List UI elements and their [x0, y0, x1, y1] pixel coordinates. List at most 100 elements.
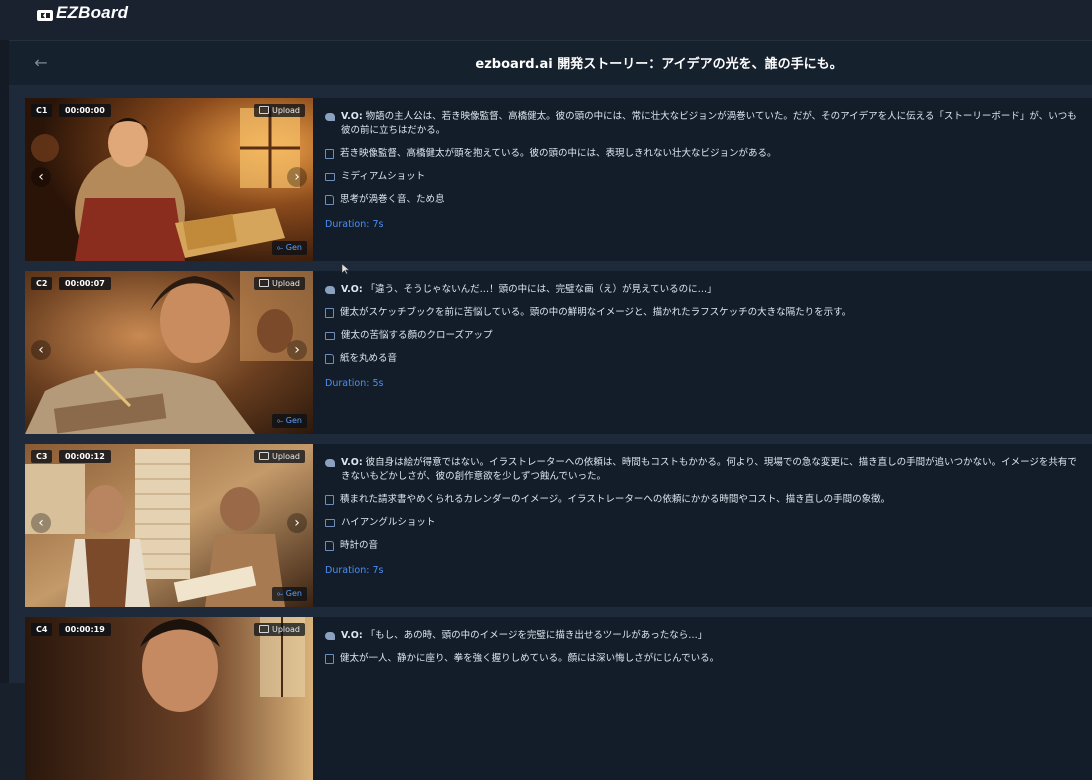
logo-icon — [37, 7, 53, 21]
shot-text: ハイアングルショット — [341, 517, 436, 528]
description-text: 健太がスケッチブックを前に苦悩している。頭の中の鮮明なイメージと、描かれたラフス… — [340, 307, 852, 318]
scene-image — [25, 271, 313, 434]
shot-line: ミディアムショット — [325, 170, 1085, 184]
mouse-cursor-icon — [342, 264, 350, 274]
sound-text: 思考が渦巻く音、ため息 — [340, 194, 445, 205]
timecode-badge: 00:00:12 — [59, 450, 111, 463]
gen-label: Gen — [285, 416, 302, 425]
prev-image-button[interactable]: ‹ — [31, 167, 51, 187]
upload-label: Upload — [271, 279, 300, 288]
duration-text: Duration: 7s — [325, 219, 384, 230]
scene-thumbnail[interactable]: C4 00:00:19 Upload — [25, 617, 313, 780]
camera-icon — [325, 332, 335, 340]
scene-thumbnail[interactable]: C2 00:00:07 Upload ‹ › ⟜ Gen — [25, 271, 313, 434]
music-note-icon — [325, 195, 334, 205]
vo-line: V.O: 物語の主人公は、若き映像監督、高橋健太。彼の頭の中には、常に壮大なビジョ… — [325, 110, 1085, 138]
upload-button[interactable]: Upload — [253, 623, 305, 636]
gen-button[interactable]: ⟜ Gen — [271, 414, 307, 428]
vo-label: V.O: — [341, 457, 363, 468]
vo-text: 「もし、あの時、頭の中のイメージを完璧に描き出せるツールがあったなら…」 — [365, 630, 708, 641]
upload-label: Upload — [271, 452, 300, 461]
scene-details: V.O: 「もし、あの時、頭の中のイメージを完璧に描き出せるツールがあったなら…」… — [325, 629, 1085, 666]
speech-bubble-icon — [325, 632, 335, 640]
page-header: ← ezboard.ai 開発ストーリー：アイデアの光を、誰の手にも。 — [9, 40, 1092, 85]
prev-image-button[interactable]: ‹ — [31, 513, 51, 533]
duration-text: Duration: 5s — [325, 378, 384, 389]
gen-label: Gen — [285, 589, 302, 598]
sound-text: 紙を丸める音 — [340, 353, 398, 364]
scene-card-c2: C2 00:00:07 Upload ‹ › ⟜ Gen V.O: 「違う、そうじ… — [25, 271, 1092, 434]
scene-card-c1: C1 00:00:00 Upload ‹ › ⟜ Gen V.O: 物語の主人公は… — [25, 98, 1092, 261]
upload-button[interactable]: Upload — [253, 277, 305, 290]
description-line: 健太がスケッチブックを前に苦悩している。頭の中の鮮明なイメージと、描かれたラフス… — [325, 306, 1085, 320]
camera-icon — [325, 173, 335, 181]
duration-text: Duration: 7s — [325, 565, 384, 576]
app-topbar: EZBoard — [0, 0, 1092, 40]
timecode-badge: 00:00:07 — [59, 277, 111, 290]
vo-line: V.O: 彼自身は絵が得意ではない。イラストレーターへの依頼は、時間もコストもかか… — [325, 456, 1085, 484]
upload-button[interactable]: Upload — [253, 450, 305, 463]
timecode-badge: 00:00:00 — [59, 104, 111, 117]
shot-line: ハイアングルショット — [325, 516, 1085, 530]
vo-label: V.O: — [341, 284, 363, 295]
scene-details: V.O: 彼自身は絵が得意ではない。イラストレーターへの依頼は、時間もコストもかか… — [325, 456, 1085, 576]
scene-image — [25, 617, 313, 780]
chevron-left-icon: ‹ — [38, 169, 44, 185]
sound-text: 時計の音 — [340, 540, 379, 551]
music-note-icon — [325, 354, 334, 364]
chevron-right-icon: › — [294, 515, 300, 531]
scene-thumbnail[interactable]: C3 00:00:12 Upload ‹ › ⟜ Gen — [25, 444, 313, 607]
document-icon — [325, 495, 334, 505]
chevron-right-icon: › — [294, 342, 300, 358]
scene-image — [25, 444, 313, 607]
next-image-button[interactable]: › — [287, 167, 307, 187]
description-line: 若き映像監督、高橋健太が頭を抱えている。彼の頭の中には、表現しきれない壮大なビジ… — [325, 147, 1085, 161]
chevron-right-icon: › — [294, 169, 300, 185]
upload-button[interactable]: Upload — [253, 104, 305, 117]
document-icon — [325, 308, 334, 318]
scene-id-badge: C2 — [31, 277, 53, 290]
page-title: ezboard.ai 開発ストーリー：アイデアの光を、誰の手にも。 — [475, 57, 843, 72]
image-icon — [258, 279, 269, 287]
speech-bubble-icon — [325, 113, 335, 121]
vo-label: V.O: — [341, 111, 363, 122]
sparkle-icon: ⟜ — [276, 589, 286, 598]
app-logo[interactable]: EZBoard — [37, 3, 128, 23]
scene-id-badge: C3 — [31, 450, 53, 463]
image-icon — [258, 106, 269, 114]
app-logo-text: EZBoard — [56, 3, 129, 22]
vo-text: 物語の主人公は、若き映像監督、高橋健太。彼の頭の中には、常に壮大なビジョンが渦巻… — [341, 111, 1077, 136]
description-text: 若き映像監督、高橋健太が頭を抱えている。彼の頭の中には、表現しきれない壮大なビジ… — [340, 148, 777, 159]
vo-label: V.O: — [341, 630, 363, 641]
scene-image — [25, 98, 313, 261]
vo-text: 「違う、そうじゃないんだ…！頭の中には、完璧な画（え）が見えているのに…」 — [365, 284, 717, 295]
scene-card-c3: C3 00:00:12 Upload ‹ › ⟜ Gen V.O: 彼自身は絵が得… — [25, 444, 1092, 607]
gen-label: Gen — [285, 243, 302, 252]
arrow-left-icon: ← — [34, 53, 48, 72]
camera-icon — [325, 519, 335, 527]
music-note-icon — [325, 541, 334, 551]
document-icon — [325, 149, 334, 159]
description-line: 積まれた請求書やめくられるカレンダーのイメージ。イラストレーターへの依頼にかかる… — [325, 493, 1085, 507]
scene-thumbnail[interactable]: C1 00:00:00 Upload ‹ › ⟜ Gen — [25, 98, 313, 261]
gen-button[interactable]: ⟜ Gen — [271, 241, 307, 255]
next-image-button[interactable]: › — [287, 340, 307, 360]
timecode-badge: 00:00:19 — [59, 623, 111, 636]
shot-line: 健太の苦悩する顔のクローズアップ — [325, 329, 1085, 343]
gen-button[interactable]: ⟜ Gen — [271, 587, 307, 601]
image-icon — [258, 625, 269, 633]
document-icon — [325, 654, 334, 664]
sparkle-icon: ⟜ — [276, 243, 286, 252]
next-image-button[interactable]: › — [287, 513, 307, 533]
vo-line: V.O: 「もし、あの時、頭の中のイメージを完璧に描き出せるツールがあったなら…」 — [325, 629, 1085, 643]
sound-line: 時計の音 — [325, 539, 1085, 553]
shot-text: 健太の苦悩する顔のクローズアップ — [341, 330, 493, 341]
prev-image-button[interactable]: ‹ — [31, 340, 51, 360]
chevron-left-icon: ‹ — [38, 515, 44, 531]
storyboard-main: ← ezboard.ai 開発ストーリー：アイデアの光を、誰の手にも。 C1 0… — [9, 40, 1092, 780]
shot-text: ミディアムショット — [341, 171, 426, 182]
sparkle-icon: ⟜ — [276, 416, 286, 425]
back-button[interactable]: ← — [31, 53, 51, 73]
scene-card-c4: C4 00:00:19 Upload V.O: 「もし、あの時、頭の中のイメージを… — [25, 617, 1092, 780]
scene-details: V.O: 物語の主人公は、若き映像監督、高橋健太。彼の頭の中には、常に壮大なビジョ… — [325, 110, 1085, 230]
